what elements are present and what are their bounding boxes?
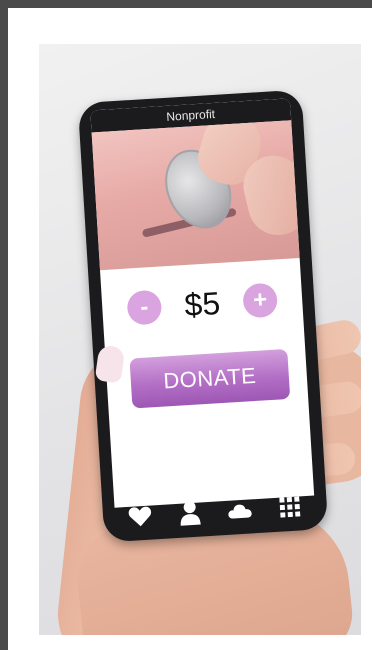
phone-screen: Nonprofit - $5 + DONATE <box>90 98 315 508</box>
increase-button[interactable]: + <box>242 282 279 319</box>
donate-button[interactable]: DONATE <box>129 348 291 409</box>
photo: Nonprofit - $5 + DONATE <box>39 44 361 635</box>
grid-icon[interactable] <box>275 492 305 522</box>
image-frame: Nonprofit - $5 + DONATE <box>8 8 372 650</box>
person-icon[interactable] <box>175 498 205 528</box>
cloud-icon[interactable] <box>225 495 255 525</box>
donation-amount: $5 <box>183 284 222 323</box>
amount-row: - $5 + <box>101 276 303 332</box>
decrease-button[interactable]: - <box>126 289 163 326</box>
hero-image <box>91 120 300 271</box>
smartphone: Nonprofit - $5 + DONATE <box>77 89 329 543</box>
heart-icon[interactable] <box>125 501 155 531</box>
